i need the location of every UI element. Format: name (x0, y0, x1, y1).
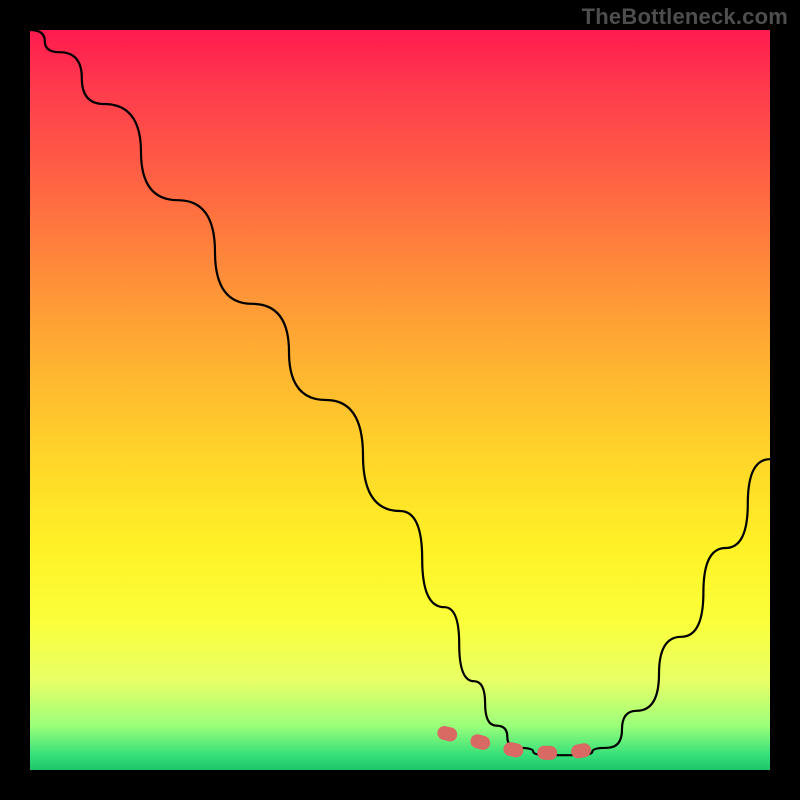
chart-stage: TheBottleneck.com (0, 0, 800, 800)
bottleneck-curve-path (30, 30, 770, 755)
chart-svg (30, 30, 770, 770)
plot-area (30, 30, 770, 770)
optimal-range-path (444, 733, 607, 753)
watermark-text: TheBottleneck.com (582, 4, 788, 30)
